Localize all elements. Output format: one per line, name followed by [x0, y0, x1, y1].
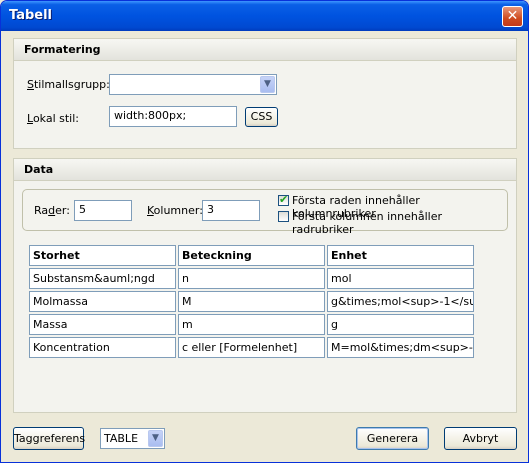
style-group-select[interactable]: ▼ — [109, 74, 277, 95]
local-style-input[interactable]: width:800px; — [109, 106, 237, 127]
data-heading: Data — [14, 159, 516, 181]
grid-cell[interactable]: Massa — [29, 314, 176, 335]
grid-cell[interactable]: Substansm&auml;ngd — [29, 268, 176, 289]
formatting-heading: Formatering — [14, 39, 516, 61]
grid-cell[interactable]: M=mol&times;dm<sup>-3</s — [327, 337, 474, 358]
dialog-body: Formatering Stilmallsgrupp: ▼ Lokal stil… — [1, 31, 528, 462]
first-row-headers-checkbox[interactable]: ✔ — [278, 193, 289, 206]
chevron-down-icon[interactable]: ▼ — [260, 76, 275, 93]
cancel-button[interactable]: Avbryt — [444, 427, 517, 450]
grid-cell[interactable]: M — [178, 291, 325, 312]
grid-cell[interactable]: m — [178, 314, 325, 335]
grid-cell[interactable]: g&times;mol<sup>-1</sup> — [327, 291, 474, 312]
grid-header-cell[interactable]: Beteckning — [178, 245, 325, 266]
tag-select[interactable]: TABLE ▼ — [100, 428, 165, 449]
formatting-group: Formatering Stilmallsgrupp: ▼ Lokal stil… — [13, 38, 517, 149]
grid-header-cell[interactable]: Enhet — [327, 245, 474, 266]
local-style-label: Lokal stil: — [27, 112, 79, 125]
style-group-label: Stilmallsgrupp: — [27, 78, 110, 91]
dimensions-box: Rader: 5 Kolumner: 3 ✔ Första raden inne… — [22, 189, 508, 236]
generate-button[interactable]: Generera — [356, 427, 429, 450]
columns-label: Kolumner: — [147, 204, 203, 217]
grid-cell[interactable]: g — [327, 314, 474, 335]
checkmark-icon: ✔ — [279, 193, 289, 206]
rows-input[interactable]: 5 — [74, 200, 132, 221]
grid-cell[interactable]: Koncentration — [29, 337, 176, 358]
title-bar[interactable]: Tabell ✕ — [1, 1, 528, 31]
grid-header-cell[interactable]: Storhet — [29, 245, 176, 266]
chevron-down-icon[interactable]: ▼ — [148, 430, 163, 447]
first-col-headers-checkbox[interactable] — [278, 211, 289, 222]
grid-cell[interactable]: mol — [327, 268, 474, 289]
columns-input[interactable]: 3 — [202, 200, 260, 221]
close-button[interactable]: ✕ — [502, 6, 523, 27]
data-group: Data Rader: 5 Kolumner: 3 ✔ Första raden… — [13, 158, 517, 413]
grid-cell[interactable]: Molmassa — [29, 291, 176, 312]
window-title: Tabell — [9, 8, 52, 23]
tag-reference-button[interactable]: Taggreferens — [13, 427, 85, 450]
rows-label: Rader: — [34, 204, 70, 217]
grid-cell[interactable]: n — [178, 268, 325, 289]
dialog-window: Tabell ✕ Formatering Stilmallsgrupp: ▼ L… — [0, 0, 529, 463]
grid-cell[interactable]: c eller [Formelenhet] — [178, 337, 325, 358]
first-col-headers-label[interactable]: Första kolumnen innehåller radrubriker — [292, 210, 507, 236]
css-button[interactable]: CSS — [245, 107, 278, 127]
